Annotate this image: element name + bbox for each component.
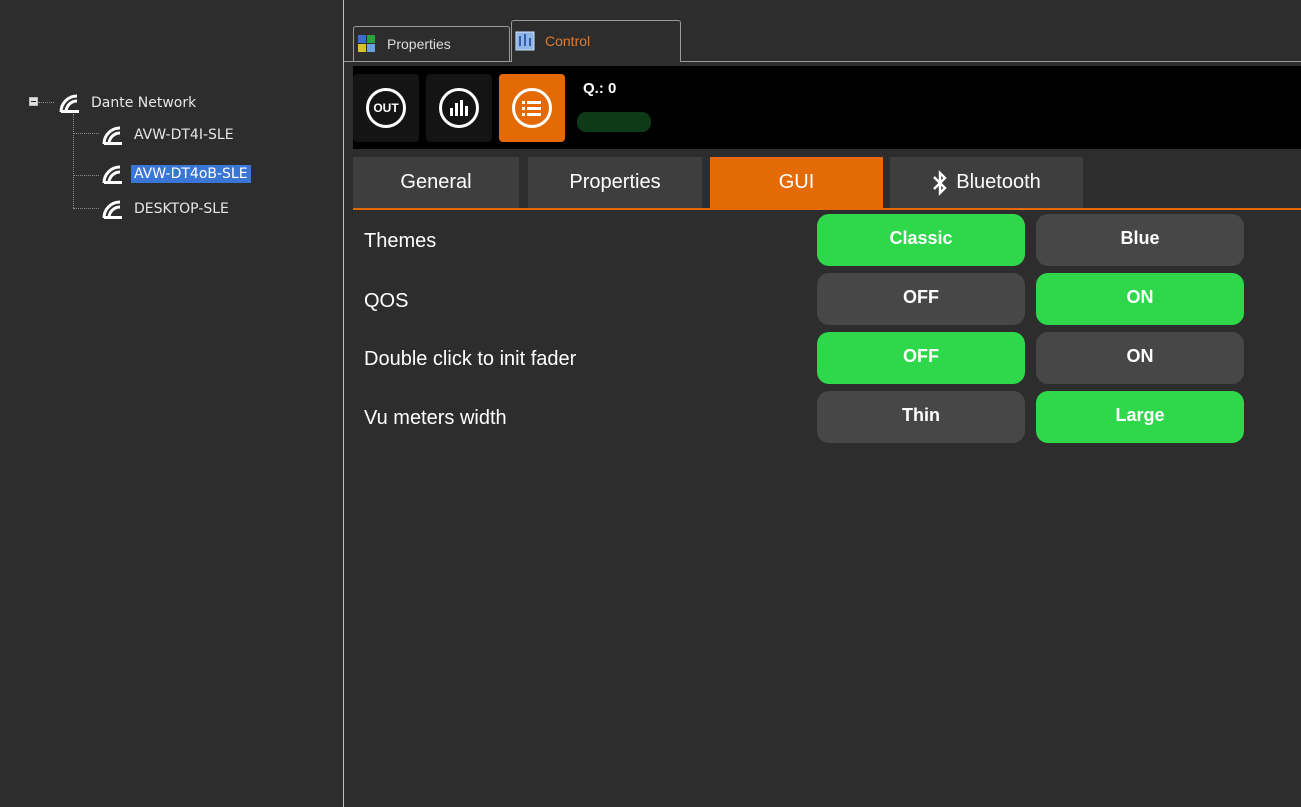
tab-control-label: Control: [545, 33, 591, 49]
control-toolbar: OUT Q.: 0: [353, 66, 1301, 149]
themes-blue-button[interactable]: Blue: [1036, 214, 1244, 266]
bluetooth-icon: [933, 169, 947, 196]
double-click-off-button[interactable]: OFF: [817, 332, 1025, 384]
themes-classic-button[interactable]: Classic: [817, 214, 1025, 266]
dante-device-icon: [102, 165, 122, 184]
setting-label-vu-width: Vu meters width: [364, 407, 507, 429]
tree-item-avw-dt4ob-sle[interactable]: AVW-DT4oB-SLE: [101, 163, 251, 185]
meter-button[interactable]: [426, 74, 492, 142]
properties-icon: [358, 35, 375, 52]
tree-item-avw-dt4i-sle[interactable]: AVW-DT4I-SLE: [101, 124, 237, 146]
setting-label-double-click: Double click to init fader: [364, 348, 577, 370]
out-button[interactable]: OUT: [353, 74, 419, 142]
dante-network-icon: [59, 94, 79, 113]
tree-root-label: Dante Network: [91, 95, 197, 111]
double-click-on-button[interactable]: ON: [1036, 332, 1244, 384]
bar-meter-icon: [439, 88, 479, 128]
tree-item-desktop-sle[interactable]: DESKTOP-SLE: [101, 198, 232, 220]
tab-bluetooth[interactable]: Bluetooth: [890, 157, 1083, 208]
setting-label-qos: QOS: [364, 290, 409, 312]
collapse-toggle[interactable]: [29, 97, 38, 106]
tab-divider: [344, 61, 1301, 62]
queue-label: Q.: 0: [583, 80, 617, 97]
tree-item-label: DESKTOP-SLE: [134, 201, 229, 217]
vu-large-button[interactable]: Large: [1036, 391, 1244, 443]
list-icon: [512, 88, 552, 128]
tab-properties-label: Properties: [387, 36, 451, 52]
tab-properties[interactable]: Properties: [353, 26, 510, 61]
window-tabs: Properties Control: [344, 20, 1301, 62]
tab-control[interactable]: Control: [511, 20, 681, 61]
setting-label-themes: Themes: [364, 230, 437, 252]
dante-device-icon: [102, 200, 122, 219]
vu-thin-button[interactable]: Thin: [817, 391, 1025, 443]
out-icon: OUT: [366, 88, 406, 128]
qos-on-button[interactable]: ON: [1036, 273, 1244, 325]
device-tree: Dante Network AVW-DT4I-SLE AVW-DT4oB-SLE…: [0, 0, 343, 807]
tab-gui[interactable]: GUI: [710, 157, 883, 208]
dante-device-icon: [102, 126, 122, 145]
queue-indicator: [577, 112, 651, 132]
device-panel: Properties Control OUT Q.: 0 General Pro…: [343, 0, 1301, 807]
settings-tabs: General Properties GUI Bluetooth: [353, 157, 1301, 208]
tab-properties-settings[interactable]: Properties: [528, 157, 702, 208]
tab-general[interactable]: General: [353, 157, 519, 208]
tab-underline: [353, 208, 1301, 210]
list-button[interactable]: [499, 74, 565, 142]
tree-item-label: AVW-DT4oB-SLE: [131, 165, 251, 183]
tree-item-label: AVW-DT4I-SLE: [134, 127, 234, 143]
control-icon: [515, 31, 535, 51]
qos-off-button[interactable]: OFF: [817, 273, 1025, 325]
tree-root-dante-network[interactable]: Dante Network: [58, 92, 199, 114]
